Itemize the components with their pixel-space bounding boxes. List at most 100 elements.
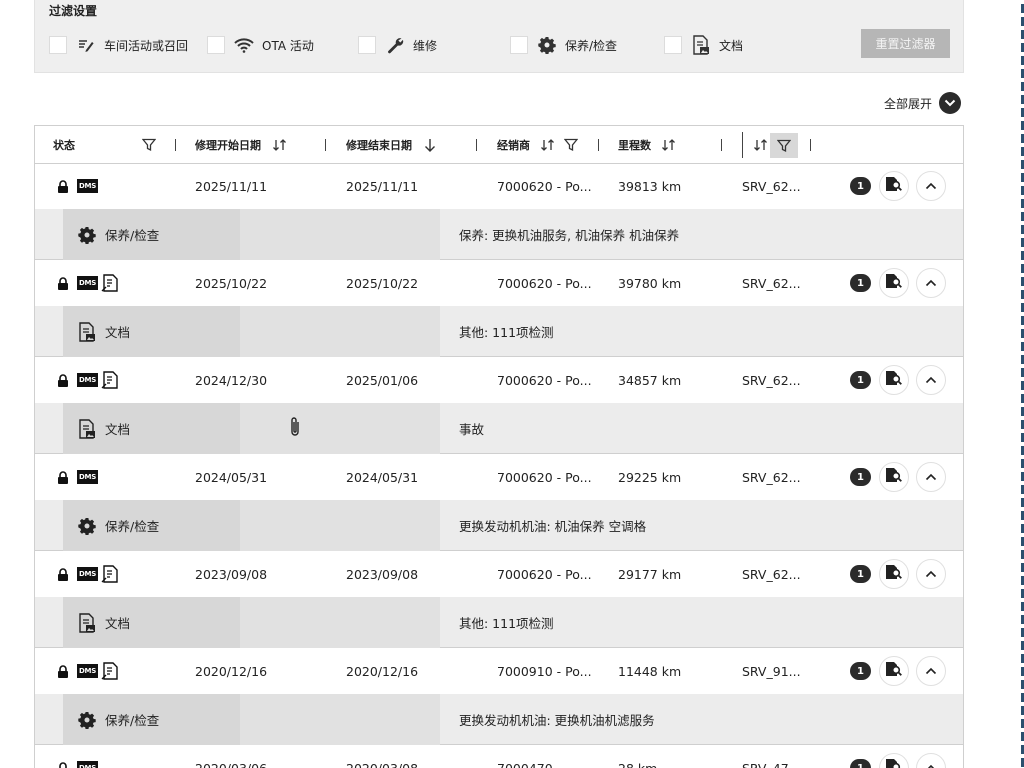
pdf-document-icon[interactable] [101,565,121,583]
entry-type-label: 保养/检查 [105,228,160,243]
entry-description: 保养: 更换机油服务, 机油保养 机油保养 [459,228,680,243]
entry-type-label: 保养/检查 [105,713,160,728]
mileage-cell: 39813 km [618,179,682,194]
collapse-row-button[interactable] [916,753,946,768]
table-row[interactable]: DMS 2020/03/06 2020/03/08 7000470 28 km SRV_4… [35,746,963,768]
pdf-document-icon[interactable] [101,274,121,292]
mileage-cell: 29225 km [618,470,682,485]
column-divider [175,139,176,151]
mileage-cell: 34857 km [618,373,682,388]
dealer-cell: 7000620 - Po... [497,276,592,291]
chevron-up-icon [925,373,937,388]
document-search-icon [885,273,903,293]
document-search-icon [885,176,903,196]
entry-type: 文档 [63,597,240,648]
checkbox[interactable] [358,36,376,54]
column-header-status[interactable]: 状态 [53,126,75,164]
expand-all-toggle[interactable]: 全部展开 [884,92,962,114]
pdf-document-icon[interactable] [101,662,121,680]
reset-filters-button[interactable]: 重置过滤器 [861,29,950,58]
dms-icon: DMS [77,761,98,768]
filter-repair[interactable]: 维修 [358,34,437,56]
attachment-icon[interactable] [289,416,301,442]
table-row[interactable]: DMS 2025/11/11 2025/11/11 7000620 - Po... 39… [35,164,963,209]
collapse-row-button[interactable] [916,559,946,589]
view-details-button[interactable] [879,365,909,395]
chevron-up-icon [925,470,937,485]
view-details-button[interactable] [879,753,909,768]
view-details-button[interactable] [879,559,909,589]
mileage-cell: 39780 km [618,276,682,291]
view-details-button[interactable] [879,462,909,492]
dms-icon: DMS [77,179,98,193]
filter-workshop-recall[interactable]: 车间活动或召回 [49,34,188,56]
entry-description: 其他: 111项检测 [459,325,554,340]
filter-ota[interactable]: OTA 活动 [207,34,314,56]
start-date-cell: 2025/10/22 [195,276,268,291]
start-date-cell: 2025/11/11 [195,179,268,194]
pdf-document-icon[interactable] [101,371,121,389]
row-detail: 保养/检查 更换发动机机油: 机油保养 空调格 [35,500,963,551]
chevron-up-icon [925,761,937,768]
sort-both-icon[interactable] [661,137,677,153]
lock-icon [57,471,69,484]
end-date-cell: 2025/11/11 [346,179,419,194]
entry-type: 文档 [63,403,240,454]
collapse-row-button[interactable] [916,268,946,298]
count-badge: 1 [850,662,871,680]
filter-label: 维修 [413,38,438,53]
table-row[interactable]: DMS 2024/12/30 2025/01/06 7000620 - Po... 34… [35,358,963,403]
filter-document[interactable]: 文档 [664,34,743,56]
filter-icon[interactable] [141,137,157,153]
table-row[interactable]: DMS 2024/05/31 2024/05/31 7000620 - Po... 29… [35,455,963,500]
workshop-recall-icon [76,35,96,55]
column-divider [325,139,326,151]
checkbox[interactable] [207,36,225,54]
column-header-dealer[interactable]: 经销商 [497,126,530,164]
filter-maintenance[interactable]: 保养/检查 [510,34,617,56]
lock-icon [57,180,69,193]
filter-label: OTA 活动 [262,38,314,53]
view-details-button[interactable] [879,656,909,686]
detail-spacer [240,694,440,745]
dealer-cell: 7000620 - Po... [497,179,592,194]
detail-spacer [240,306,440,357]
filter-icon[interactable] [563,137,579,153]
expand-all-label: 全部展开 [884,96,933,111]
collapse-row-button[interactable] [916,365,946,395]
collapse-row-button[interactable] [916,171,946,201]
column-header-mileage[interactable]: 里程数 [618,126,651,164]
table-row[interactable]: DMS 2023/09/08 2023/09/08 7000620 - Po... 29… [35,552,963,597]
sort-down-icon[interactable] [422,137,438,153]
chevron-down-icon[interactable] [939,92,962,114]
table-row[interactable]: DMS 2025/10/22 2025/10/22 7000620 - Po... 39… [35,261,963,306]
view-details-button[interactable] [879,171,909,201]
entry-description: 更换发动机机油: 更换机油机滤服务 [459,713,655,728]
lock-icon [57,762,69,768]
collapse-row-button[interactable] [916,656,946,686]
dms-icon: DMS [77,373,98,387]
view-details-button[interactable] [879,268,909,298]
filter-label: 保养/检查 [565,38,618,53]
wifi-icon [234,35,254,55]
sort-both-icon[interactable] [540,137,556,153]
table-row[interactable]: DMS 2020/12/16 2020/12/16 7000910 - Po... 11… [35,649,963,694]
filter-icon-active[interactable] [770,133,798,158]
column-header-end-date[interactable]: 修理结束日期 [346,126,412,164]
column-resize-handle[interactable] [742,132,743,158]
sort-both-icon[interactable] [272,137,288,153]
checkbox[interactable] [49,36,67,54]
checkbox[interactable] [510,36,528,54]
document-search-icon [885,564,903,584]
start-date-cell: 2020/12/16 [195,664,268,679]
lock-icon [57,277,69,290]
document-icon [77,321,97,342]
column-header-start-date[interactable]: 修理开始日期 [195,126,261,164]
collapse-row-button[interactable] [916,462,946,492]
sort-both-icon[interactable] [753,137,769,153]
count-badge: 1 [850,177,871,195]
checkbox[interactable] [664,36,682,54]
entry-type: 保养/检查 [63,209,240,260]
column-divider [810,139,811,151]
start-date-cell: 2024/12/30 [195,373,268,388]
